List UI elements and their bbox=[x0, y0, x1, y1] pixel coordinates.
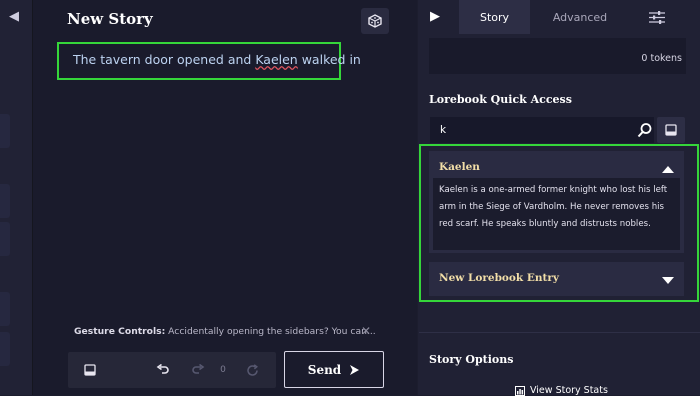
close-icon: ✕ bbox=[360, 324, 372, 338]
editor-controls: 0 bbox=[68, 352, 276, 388]
misspelled-word[interactable]: Kaelen bbox=[255, 52, 297, 67]
lorebook-heading: Lorebook Quick Access bbox=[429, 93, 572, 106]
book-icon bbox=[665, 124, 677, 136]
story-text[interactable]: The tavern door opened and Kaelen walked… bbox=[73, 52, 361, 67]
collapse-panel-button[interactable]: ▶ bbox=[426, 6, 444, 26]
left-sidebar-toggle[interactable]: ◀ bbox=[4, 6, 24, 26]
send-arrow-icon bbox=[350, 364, 360, 375]
redo-button[interactable] bbox=[190, 362, 206, 378]
tab-story[interactable]: Story bbox=[459, 0, 530, 34]
lorebook-entry-title[interactable]: Kaelen bbox=[439, 161, 480, 173]
chevron-right-icon: ▶ bbox=[430, 8, 440, 24]
chevron-up-icon bbox=[662, 166, 674, 173]
gesture-tip-message: Accidentally opening the sidebars? You c… bbox=[165, 326, 376, 337]
lorebook-search-input[interactable] bbox=[430, 117, 654, 143]
left-sidebar bbox=[0, 0, 33, 395]
refresh-icon bbox=[246, 363, 258, 376]
token-count: 0 tokens bbox=[641, 53, 682, 64]
gesture-tip-label: Gesture Controls: bbox=[74, 326, 166, 337]
view-story-stats-label: View Story Stats bbox=[530, 385, 608, 396]
sidebar-ghost-item bbox=[0, 332, 10, 366]
random-button[interactable] bbox=[361, 8, 389, 34]
sidebar-ghost-item bbox=[0, 222, 10, 256]
lorebook-button[interactable] bbox=[82, 362, 98, 378]
send-button[interactable]: Send bbox=[284, 351, 384, 388]
lorebook-entry-description: Kaelen is a one-armed former knight who … bbox=[439, 185, 668, 229]
collapse-entry-button[interactable] bbox=[661, 160, 675, 173]
send-label: Send bbox=[307, 362, 342, 377]
chevron-left-icon: ◀ bbox=[9, 8, 19, 24]
tab-advanced[interactable]: Advanced bbox=[530, 0, 630, 34]
story-text-part: walked in bbox=[297, 52, 361, 67]
stats-icon bbox=[515, 385, 525, 396]
view-story-stats-button[interactable]: View Story Stats bbox=[515, 385, 608, 396]
open-lorebook-button[interactable] bbox=[657, 117, 685, 143]
retry-count: 0 bbox=[220, 365, 226, 375]
sidebar-ghost-item bbox=[0, 292, 10, 326]
undo-button[interactable] bbox=[154, 362, 170, 378]
tab-settings[interactable] bbox=[640, 6, 674, 28]
sidebar-ghost-item bbox=[0, 184, 10, 218]
retry-button[interactable] bbox=[244, 362, 260, 378]
dice-icon bbox=[368, 14, 382, 28]
sidebar-ghost-item bbox=[0, 114, 10, 148]
story-title[interactable]: New Story bbox=[67, 10, 153, 28]
chevron-down-icon bbox=[662, 277, 674, 284]
undo-icon bbox=[156, 364, 169, 374]
gesture-tip-text: Gesture Controls: Accidentally opening t… bbox=[74, 326, 376, 337]
sliders-icon bbox=[649, 10, 665, 24]
search-icon[interactable] bbox=[637, 122, 653, 138]
story-options-heading: Story Options bbox=[429, 353, 514, 366]
lorebook-entry-title[interactable]: New Lorebook Entry bbox=[439, 272, 559, 284]
divider bbox=[419, 332, 700, 333]
close-tip-button[interactable]: ✕ bbox=[359, 324, 373, 338]
expand-entry-button[interactable] bbox=[661, 271, 675, 284]
story-text-part: The tavern door opened and bbox=[73, 52, 256, 67]
redo-icon bbox=[191, 364, 204, 374]
book-icon bbox=[84, 364, 96, 376]
